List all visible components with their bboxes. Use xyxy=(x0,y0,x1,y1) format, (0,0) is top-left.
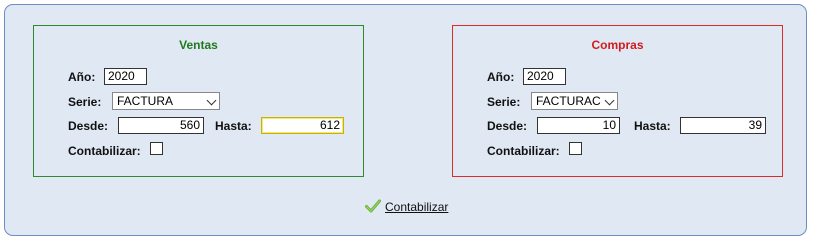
ventas-serie-label: Serie: xyxy=(68,95,102,109)
compras-serie-label: Serie: xyxy=(487,95,521,109)
compras-desde-label: Desde: xyxy=(487,119,528,133)
ventas-serie-value: FACTURA xyxy=(117,94,174,108)
compras-year-label: Año: xyxy=(487,70,515,84)
ventas-contabilizar-label: Contabilizar: xyxy=(68,144,141,158)
ventas-hasta-input[interactable]: 612 xyxy=(261,117,344,134)
ventas-contabilizar-checkbox[interactable] xyxy=(150,142,163,155)
compras-serie-select[interactable]: FACTURAC xyxy=(531,92,618,110)
contabilizar-button[interactable]: Contabilizar xyxy=(365,198,448,216)
compras-desde-input[interactable]: 10 xyxy=(537,117,620,134)
form-container: Ventas Año: 2020 Serie: FACTURA Desde: 5… xyxy=(4,4,807,236)
compras-year-input[interactable]: 2020 xyxy=(523,68,566,85)
chevron-down-icon xyxy=(206,95,217,106)
ventas-serie-select[interactable]: FACTURA xyxy=(112,92,220,110)
compras-contabilizar-label: Contabilizar: xyxy=(487,144,560,158)
contabilizar-label: Contabilizar xyxy=(385,200,449,214)
ventas-title: Ventas xyxy=(179,38,218,52)
ventas-desde-label: Desde: xyxy=(68,119,109,133)
ventas-year-input[interactable]: 2020 xyxy=(104,68,147,85)
ventas-year-label: Año: xyxy=(68,70,96,84)
chevron-down-icon xyxy=(604,95,615,106)
compras-contabilizar-checkbox[interactable] xyxy=(569,142,582,155)
compras-serie-value: FACTURAC xyxy=(536,94,601,108)
compras-hasta-label: Hasta: xyxy=(634,119,671,133)
ventas-hasta-label: Hasta: xyxy=(215,119,252,133)
compras-title: Compras xyxy=(591,38,644,52)
ventas-desde-input[interactable]: 560 xyxy=(118,117,204,134)
compras-hasta-input[interactable]: 39 xyxy=(680,117,766,134)
ventas-panel: Ventas Año: 2020 Serie: FACTURA Desde: 5… xyxy=(33,25,364,177)
compras-panel: Compras Año: 2020 Serie: FACTURAC Desde:… xyxy=(452,25,783,177)
checkmark-icon xyxy=(365,199,381,216)
